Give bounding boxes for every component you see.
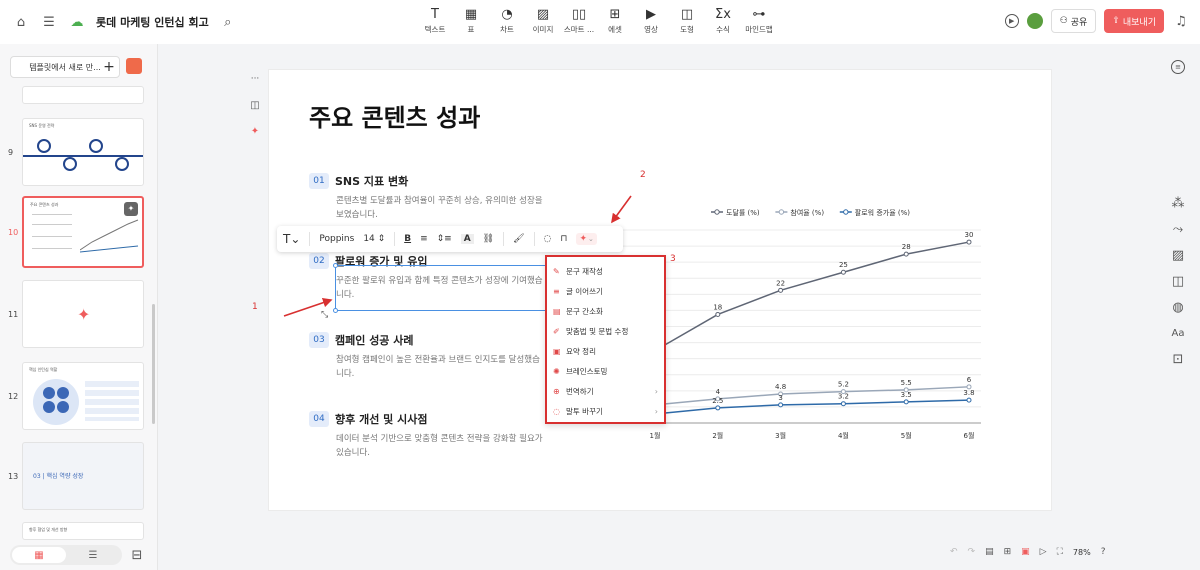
background-icon[interactable]: ▨ [1169,246,1187,264]
redo-icon[interactable]: ↷ [968,547,976,557]
help-icon[interactable]: ? [1101,547,1106,557]
grid-icon[interactable]: ⊞ [1004,547,1012,557]
chat-icon[interactable]: ≡ [1171,60,1185,74]
animation-icon[interactable]: ⤳ [1169,220,1187,238]
font-icon[interactable]: Aa [1169,324,1187,342]
theme-icon[interactable]: ◍ [1169,298,1187,316]
zoom-level[interactable]: 78% [1073,548,1091,557]
right-rail: ≡ ⁂ ⤳ ▨ ◫ ◍ Aa ⊡ [1168,60,1188,376]
magic-wand-icon[interactable]: ⁂ [1169,194,1187,212]
undo-icon[interactable]: ↶ [950,547,958,557]
notes-icon[interactable]: ▤ [985,547,994,557]
layout-icon[interactable]: ◫ [1169,272,1187,290]
media-icon[interactable]: ⊡ [1169,350,1187,368]
play-icon[interactable]: ▷ [1040,547,1047,557]
fit-screen-icon[interactable]: ⛶ [1057,547,1063,557]
bottom-toolbar: ↶ ↷ ▤ ⊞ ▣ ▷ ⛶ 78% ? [950,543,1195,561]
slide-view-icon[interactable]: ▣ [1021,547,1030,557]
annotation-arrows [283,195,632,317]
